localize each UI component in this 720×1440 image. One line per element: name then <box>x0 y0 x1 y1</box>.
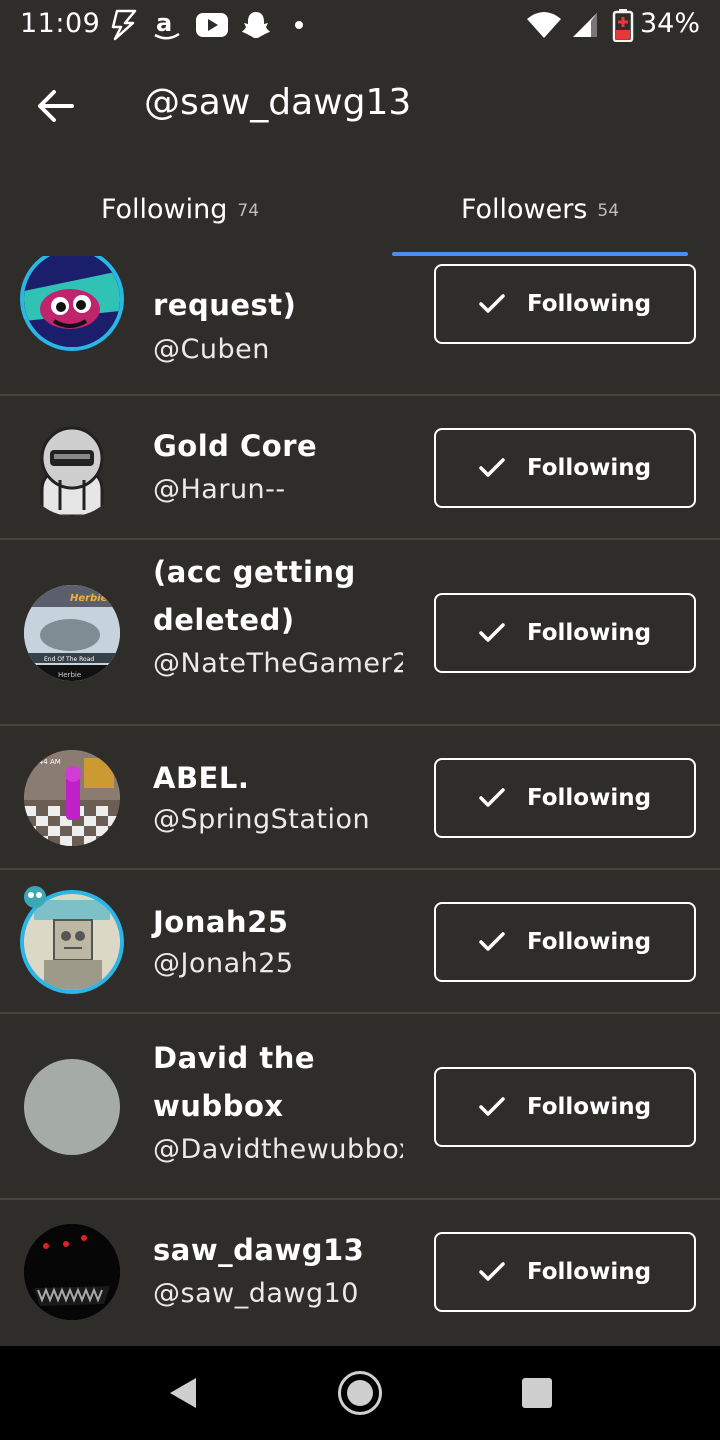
check-icon <box>479 294 505 313</box>
page-title: @saw_dawg13 <box>144 82 412 123</box>
following-button[interactable]: Following <box>434 1067 696 1147</box>
battery-icon <box>610 8 636 42</box>
followers-list[interactable]: pain (art request) @Cuben Following Gold… <box>0 256 720 1346</box>
list-item[interactable]: Jonah25 @Jonah25 Following <box>0 870 720 1014</box>
list-item[interactable]: Gold Core @Harun-- Following <box>0 396 720 540</box>
tab-following[interactable]: Following 74 <box>0 162 360 256</box>
follower-handle: @SpringStation <box>153 804 371 835</box>
avatar-text: 9:44 AM <box>32 758 61 766</box>
avatar[interactable]: 9:44 AM <box>24 750 120 846</box>
svg-text:a: a <box>156 9 172 37</box>
list-item[interactable]: 9:44 AM ABEL. @SpringStation Following <box>0 726 720 870</box>
check-icon <box>479 1262 505 1281</box>
wifi-icon <box>526 8 562 42</box>
check-icon <box>479 623 505 642</box>
follower-name: request) <box>153 288 297 322</box>
button-label: Following <box>526 1259 652 1285</box>
back-button[interactable] <box>26 78 86 134</box>
youtube-icon <box>194 8 230 42</box>
button-label: Following <box>526 929 652 955</box>
avatar[interactable]: Herbie End Of The Road Herbie <box>24 585 120 681</box>
check-icon <box>479 932 505 951</box>
avatar-text: Herbie <box>70 593 108 604</box>
tab-count: 54 <box>597 201 620 221</box>
tab-bar: Following 74 Followers 54 <box>0 162 720 256</box>
app-header: @saw_dawg13 <box>0 52 720 162</box>
follower-name: ABEL. <box>153 761 250 795</box>
following-button[interactable]: Following <box>434 428 696 508</box>
following-button[interactable]: Following <box>434 1232 696 1312</box>
list-item[interactable]: Herbie End Of The Road Herbie (acc getting… <box>0 540 720 726</box>
avatar[interactable] <box>24 1224 120 1320</box>
button-label: Following <box>526 785 652 811</box>
battery-percent: 34% <box>639 8 700 39</box>
avatar-text: Herbie <box>58 671 81 679</box>
avatar[interactable] <box>24 1059 120 1155</box>
follower-handle: @Jonah25 <box>153 948 294 979</box>
follower-handle: @Harun-- <box>153 474 286 505</box>
button-label: Following <box>526 291 652 317</box>
follower-name: (acc getting deleted) <box>153 555 356 637</box>
badge-icon <box>22 884 48 910</box>
nav-home-icon[interactable] <box>338 1371 382 1415</box>
status-time: 11:09 <box>20 8 101 39</box>
list-item[interactable]: saw_dawg13 @saw_dawg10 Following <box>0 1200 720 1346</box>
nav-recents-icon[interactable] <box>522 1378 552 1408</box>
signal-icon <box>570 8 600 42</box>
tab-count: 74 <box>237 201 260 221</box>
following-button[interactable]: Following <box>434 902 696 982</box>
avatar[interactable] <box>24 420 120 516</box>
follower-name: David the wubbox <box>153 1041 316 1123</box>
follower-handle: @saw_dawg10 <box>153 1278 359 1309</box>
nav-back-icon[interactable] <box>168 1376 198 1414</box>
list-item[interactable]: David the wubbox @Davidthewubbox Followi… <box>0 1014 720 1200</box>
tab-followers[interactable]: Followers 54 <box>360 162 720 256</box>
system-nav-bar <box>0 1346 720 1440</box>
amazon-icon: a <box>150 8 184 42</box>
check-icon <box>479 788 505 807</box>
follower-handle: @Davidthewubbox <box>153 1134 403 1165</box>
list-item[interactable]: pain (art request) @Cuben Following <box>0 256 720 396</box>
dot-icon <box>292 8 306 42</box>
follower-handle: @NateTheGamer2 <box>153 648 403 679</box>
follower-handle: @Cuben <box>153 334 270 365</box>
button-label: Following <box>526 455 652 481</box>
follower-name: saw_dawg13 <box>153 1233 365 1267</box>
follower-name: Gold Core <box>153 429 318 463</box>
follower-name: Jonah25 <box>153 905 289 939</box>
check-icon <box>479 1097 505 1116</box>
snapchat-icon <box>240 8 272 42</box>
flash-icon <box>108 8 140 42</box>
following-button[interactable]: Following <box>434 264 696 344</box>
status-bar: 11:09 a 34% <box>0 0 720 52</box>
arrow-left-icon <box>38 90 74 122</box>
button-label: Following <box>526 620 652 646</box>
tab-label: Following <box>100 193 228 225</box>
check-icon <box>479 458 505 477</box>
button-label: Following <box>526 1094 652 1120</box>
following-button[interactable]: Following <box>434 593 696 673</box>
tab-label: Followers <box>460 193 588 225</box>
avatar-text: End Of The Road <box>44 656 94 663</box>
following-button[interactable]: Following <box>434 758 696 838</box>
